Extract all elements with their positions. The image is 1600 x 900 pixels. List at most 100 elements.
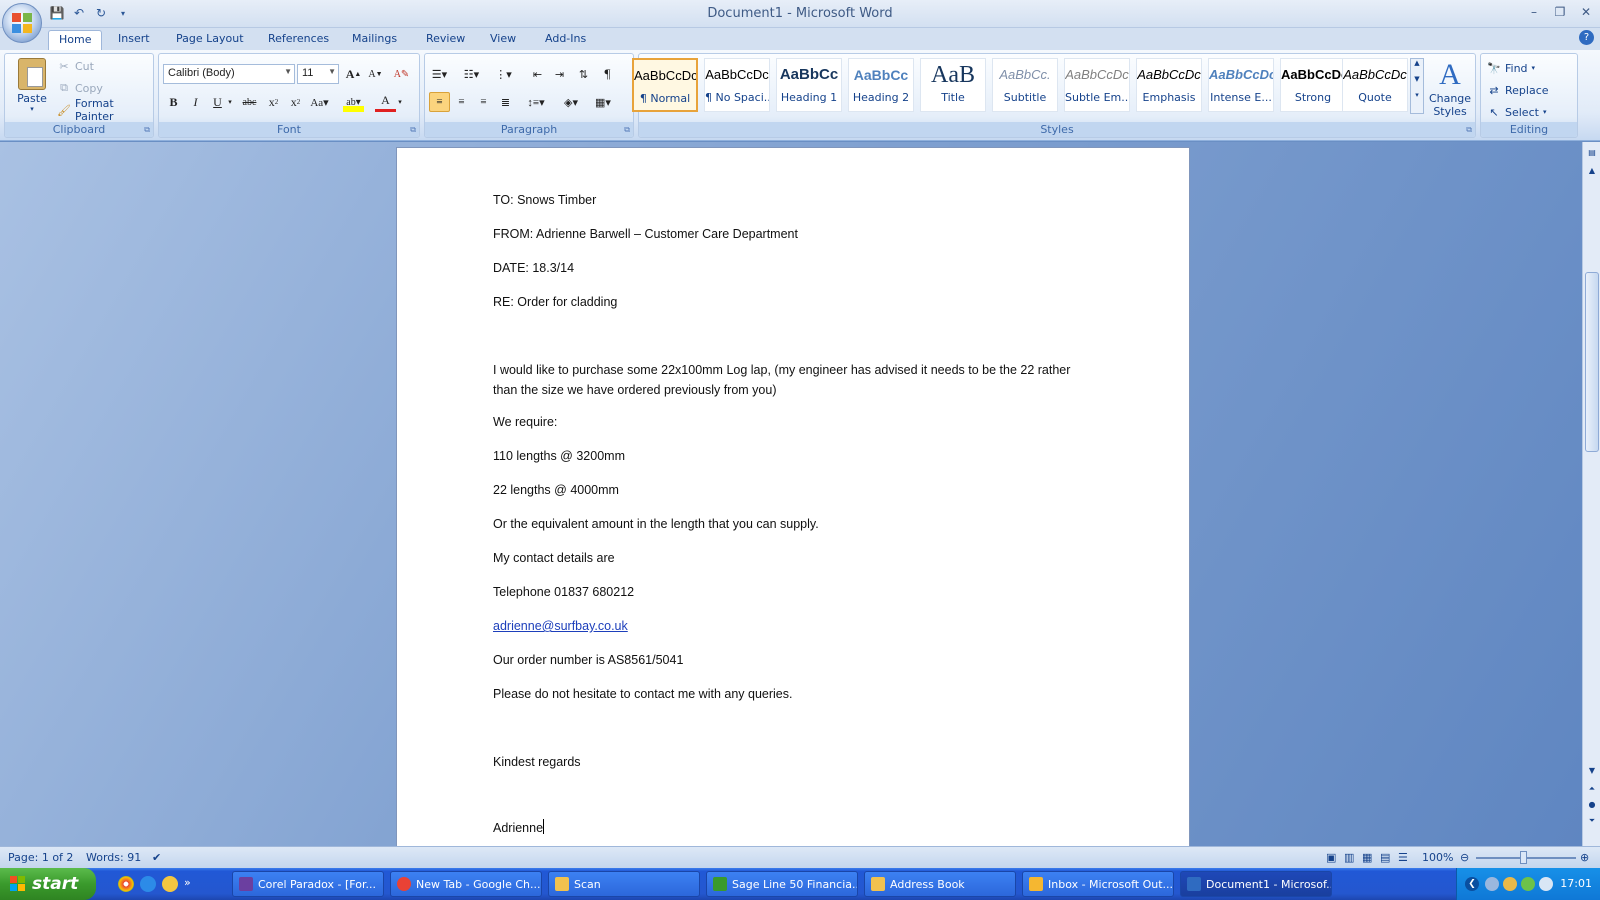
format-painter-button[interactable]: 🖌 Format Painter [57, 97, 153, 123]
style-intense-emphasis[interactable]: AaBbCcDc Intense E... [1208, 58, 1274, 112]
zoom-out-icon[interactable]: ⊖ [1460, 851, 1469, 864]
document-page[interactable]: TO: Snows Timber FROM: Adrienne Barwell … [396, 147, 1190, 846]
tab-review[interactable]: Review [416, 30, 475, 50]
font-launcher-icon[interactable]: ⧉ [410, 125, 416, 135]
clear-formatting-icon[interactable]: A✎ [391, 64, 412, 84]
more-icon[interactable]: » [184, 876, 191, 892]
style-subtle-emphasis[interactable]: AaBbCcDc Subtle Em... [1064, 58, 1130, 112]
taskbar-item-google-chrome[interactable]: New Tab - Google Ch... [390, 871, 542, 897]
highlight-icon[interactable]: ab▾ [343, 92, 364, 112]
tab-view[interactable]: View [480, 30, 526, 50]
subscript-icon[interactable]: x2 [263, 92, 284, 112]
taskbar-item-address-book[interactable]: Address Book [864, 871, 1016, 897]
numbering-icon[interactable]: ☷▾ [461, 64, 482, 84]
page-count[interactable]: Page: 1 of 2 [8, 851, 73, 864]
taskbar-item-corel-paradox[interactable]: Corel Paradox - [For... [232, 871, 384, 897]
tab-insert[interactable]: Insert [108, 30, 160, 50]
show-formatting-icon[interactable]: ¶ [597, 64, 618, 84]
font-color-dropdown-icon[interactable]: ▾ [395, 92, 405, 112]
zoom-in-icon[interactable]: ⊕ [1580, 851, 1589, 864]
network-icon[interactable] [1485, 877, 1499, 891]
style-heading-2[interactable]: AaBbCc Heading 2 [848, 58, 914, 112]
start-button[interactable]: start [0, 868, 96, 900]
clock[interactable]: 17:01 [1560, 877, 1592, 890]
word-count[interactable]: Words: 91 [86, 851, 141, 864]
multilevel-list-icon[interactable]: ⋮▾ [493, 64, 514, 84]
bold-icon[interactable]: B [163, 92, 184, 112]
line-spacing-icon[interactable]: ↕≡▾ [521, 92, 551, 112]
web-layout-icon[interactable]: ▦ [1362, 851, 1372, 864]
bullets-icon[interactable]: ☰▾ [429, 64, 450, 84]
ruler-toggle-icon[interactable]: ▤ [1585, 146, 1599, 160]
tab-page-layout[interactable]: Page Layout [166, 30, 254, 50]
taskbar-item-word[interactable]: Document1 - Microsof... [1180, 871, 1332, 897]
font-name-combo[interactable]: Calibri (Body) ▼ [163, 64, 295, 84]
decrease-indent-icon[interactable]: ⇤ [527, 64, 548, 84]
shrink-font-icon[interactable]: A ▼ [365, 64, 386, 84]
zoom-slider-knob[interactable] [1520, 851, 1527, 864]
style-normal[interactable]: AaBbCcDc ¶ Normal [632, 58, 698, 112]
strikethrough-icon[interactable]: abc [239, 92, 260, 112]
tab-references[interactable]: References [258, 30, 339, 50]
scroll-thumb[interactable] [1585, 272, 1599, 452]
taskbar-item-scan[interactable]: Scan [548, 871, 700, 897]
scroll-down-icon[interactable]: ▼ [1585, 764, 1599, 778]
style-heading-1[interactable]: AaBbCc Heading 1 [776, 58, 842, 112]
align-center-icon[interactable]: ≡ [451, 92, 472, 112]
restore-button[interactable]: ❐ [1550, 3, 1570, 21]
taskbar-item-outlook[interactable]: Inbox - Microsoft Out... [1022, 871, 1174, 897]
find-button[interactable]: 🔭 Find ▾ [1487, 58, 1535, 78]
justify-icon[interactable]: ≣ [495, 92, 516, 112]
help-icon[interactable]: ? [1579, 30, 1594, 45]
align-right-icon[interactable]: ≡ [473, 92, 494, 112]
paragraph-launcher-icon[interactable]: ⧉ [624, 125, 630, 135]
style-no-spacing[interactable]: AaBbCcDc ¶ No Spaci... [704, 58, 770, 112]
copy-button[interactable]: ⧉ Copy [57, 78, 103, 98]
volume-icon[interactable] [1539, 877, 1553, 891]
outline-icon[interactable]: ▤ [1380, 851, 1390, 864]
tab-add-ins[interactable]: Add-Ins [535, 30, 596, 50]
align-left-icon[interactable]: ≡ [429, 92, 450, 112]
superscript-icon[interactable]: x2 [285, 92, 306, 112]
tab-home[interactable]: Home [48, 30, 103, 50]
proofing-icon[interactable]: ✔ [152, 851, 161, 864]
paste-dropdown-icon[interactable]: ▾ [11, 105, 53, 113]
style-quote[interactable]: AaBbCcDc Quote [1342, 58, 1408, 112]
next-page-icon[interactable]: ⏷ [1585, 814, 1599, 828]
print-layout-icon[interactable]: ▣ [1326, 851, 1336, 864]
vertical-scrollbar[interactable]: ▤ ▲ ▼ ⏶ ● ⏷ [1582, 142, 1600, 846]
tab-mailings[interactable]: Mailings [342, 30, 407, 50]
office-button[interactable] [2, 3, 42, 43]
internet-explorer-icon[interactable] [140, 876, 156, 892]
paste-button[interactable]: Paste ▾ [11, 58, 53, 118]
minimize-button[interactable]: – [1524, 3, 1544, 21]
chevron-up-icon[interactable]: ▲ [1411, 59, 1423, 67]
select-browse-object-icon[interactable]: ● [1585, 798, 1599, 812]
style-emphasis[interactable]: AaBbCcDc Emphasis [1136, 58, 1202, 112]
chrome-icon[interactable] [118, 876, 134, 892]
previous-page-icon[interactable]: ⏶ [1585, 782, 1599, 796]
style-subtitle[interactable]: AaBbCc. Subtitle [992, 58, 1058, 112]
change-styles-button[interactable]: A Change Styles [1428, 58, 1472, 118]
grow-font-icon[interactable]: A ▲ [343, 64, 364, 84]
outlook-icon[interactable] [162, 876, 178, 892]
draft-icon[interactable]: ☰ [1398, 851, 1408, 864]
font-size-combo[interactable]: 11 ▼ [297, 64, 339, 84]
zoom-level[interactable]: 100% [1422, 851, 1453, 864]
change-case-icon[interactable]: Aa▾ [309, 92, 330, 112]
full-screen-reading-icon[interactable]: ▥ [1344, 851, 1354, 864]
chevron-down-icon[interactable]: ▼ [1411, 75, 1423, 83]
replace-button[interactable]: ⇄ Replace [1487, 80, 1548, 100]
styles-launcher-icon[interactable]: ⧉ [1466, 125, 1472, 135]
underline-dropdown-icon[interactable]: ▾ [225, 92, 235, 112]
shading-icon[interactable]: ◈▾ [557, 92, 585, 112]
style-gallery-scroll[interactable]: ▲ ▼ ▾ [1410, 58, 1424, 114]
style-strong[interactable]: AaBbCcDc Strong [1280, 58, 1346, 112]
security-icon[interactable] [1521, 877, 1535, 891]
borders-icon[interactable]: ▦▾ [589, 92, 617, 112]
font-color-icon[interactable]: A [375, 92, 396, 112]
increase-indent-icon[interactable]: ⇥ [549, 64, 570, 84]
messenger-icon[interactable] [1503, 877, 1517, 891]
style-title[interactable]: AaB Title [920, 58, 986, 112]
italic-icon[interactable]: I [185, 92, 206, 112]
